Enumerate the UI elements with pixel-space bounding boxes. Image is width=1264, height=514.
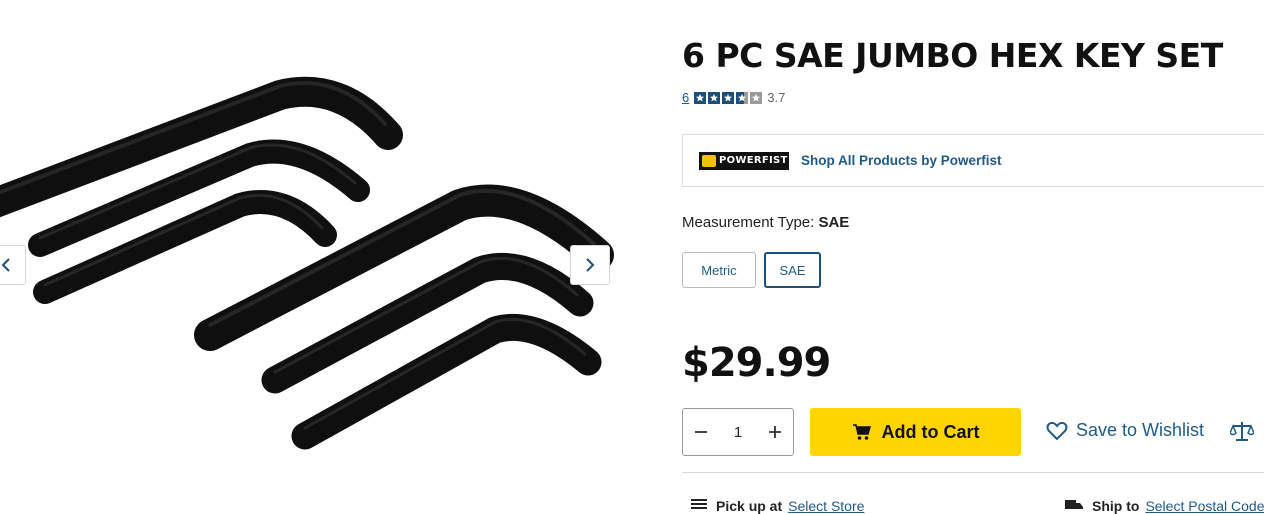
gallery-next-button[interactable] (570, 245, 610, 285)
select-postal-code-link[interactable]: Select Postal Code (1145, 498, 1264, 514)
measurement-selected-value: SAE (818, 214, 850, 231)
measurement-type-label: Measurement Type: SAE (682, 214, 849, 231)
review-count-link[interactable]: 6 (682, 90, 689, 105)
star-rating (694, 91, 763, 104)
chevron-right-icon (586, 258, 595, 272)
powerfist-logo[interactable]: POWERFIST (699, 151, 789, 170)
add-to-cart-button[interactable]: Add to Cart (810, 408, 1021, 456)
ship-to-label: Ship to (1092, 498, 1140, 514)
pickup-label: Pick up at (716, 498, 783, 514)
heart-icon (1046, 421, 1068, 440)
brand-banner: POWERFIST Shop All Products by Powerfist (682, 134, 1264, 187)
shop-brand-link[interactable]: Shop All Products by Powerfist (801, 153, 1002, 168)
store-icon (691, 499, 707, 509)
compare-button[interactable] (1230, 420, 1254, 442)
option-sae-button[interactable]: SAE (764, 252, 821, 288)
brand-logo-text: POWERFIST (719, 155, 788, 166)
add-to-cart-label: Add to Cart (881, 421, 980, 442)
minus-icon (695, 431, 707, 433)
truck-icon (1065, 500, 1083, 509)
measurement-label-text: Measurement Type: (682, 214, 815, 231)
star-icon (722, 91, 735, 104)
star-empty-icon (750, 91, 763, 104)
star-icon (708, 91, 721, 104)
quantity-input[interactable] (719, 422, 757, 442)
select-store-link[interactable]: Select Store (788, 498, 864, 514)
product-title: 6 PC SAE JUMBO HEX KEY SET (682, 36, 1223, 75)
rating-row: 6 3.7 (682, 90, 785, 105)
cart-icon (852, 424, 871, 440)
ship-to-row: Ship to Select Postal Code (1064, 498, 1264, 514)
rating-value: 3.7 (767, 90, 786, 105)
quantity-stepper (682, 408, 794, 456)
plus-icon (769, 426, 781, 438)
star-icon (694, 91, 707, 104)
wishlist-label: Save to Wishlist (1076, 420, 1205, 440)
quantity-decrease-button[interactable] (683, 409, 719, 455)
section-divider (682, 472, 1264, 473)
option-metric-button[interactable]: Metric (682, 252, 756, 288)
star-half-icon (736, 91, 749, 104)
product-price: $29.99 (682, 340, 831, 386)
pickup-row: Pick up at Select Store (690, 498, 864, 514)
gallery-prev-button[interactable] (0, 245, 26, 285)
scale-icon (1230, 422, 1254, 441)
save-to-wishlist-button[interactable]: Save to Wishlist (1046, 420, 1204, 441)
fist-icon (702, 154, 716, 167)
quantity-increase-button[interactable] (757, 409, 793, 455)
product-image (0, 76, 614, 450)
chevron-left-icon (1, 258, 10, 272)
product-gallery (0, 0, 640, 506)
